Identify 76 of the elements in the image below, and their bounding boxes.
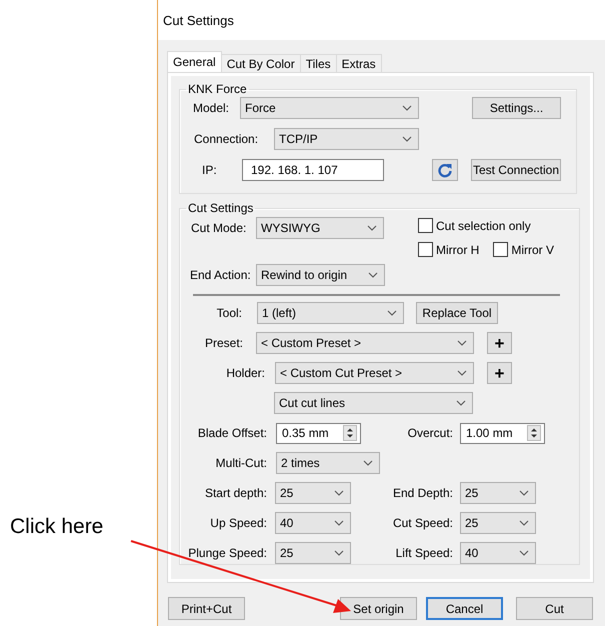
annotation-text: Click here <box>10 515 104 539</box>
dropdown[interactable]: 1 (left) <box>257 302 404 324</box>
checkbox[interactable] <box>418 218 433 233</box>
refresh-icon <box>437 162 453 178</box>
window-title: Cut Settings <box>163 12 234 28</box>
add-button[interactable]: + <box>487 362 512 384</box>
chevron-down-icon <box>402 105 412 111</box>
dialog-button[interactable]: Cut <box>516 597 593 620</box>
chevron-down-icon <box>363 460 373 466</box>
field-label: Multi-Cut: <box>214 456 267 470</box>
dropdown[interactable]: Rewind to origin <box>256 264 385 286</box>
field-label: Cut Speed: <box>392 516 453 530</box>
dropdown[interactable]: TCP/IP <box>274 128 419 150</box>
spin-arrows-icon[interactable] <box>343 425 357 441</box>
dialog-button[interactable]: Print+Cut <box>168 597 245 620</box>
chevron-down-icon <box>519 550 529 556</box>
chevron-down-icon <box>387 310 397 316</box>
checkbox-label: Cut selection only <box>436 218 531 232</box>
tab[interactable]: General <box>167 51 222 72</box>
tab[interactable]: Cut By Color <box>220 54 301 72</box>
checkbox-label: Mirror V <box>511 242 554 256</box>
dialog-button[interactable]: Cancel <box>426 597 503 620</box>
spin-field[interactable]: 0.35 mm <box>276 422 361 444</box>
tab[interactable]: Extras <box>336 54 382 72</box>
field-label: End Action: <box>190 268 252 282</box>
field-label: Blade Offset: <box>196 426 267 440</box>
dropdown[interactable]: < Custom Cut Preset > <box>275 362 474 384</box>
chevron-down-icon <box>519 520 529 526</box>
dialog-button[interactable]: Set origin <box>340 597 417 620</box>
field-label: Cut Mode: <box>191 221 248 235</box>
dropdown[interactable]: 25 <box>275 482 351 504</box>
group-label: KNK Force <box>187 82 248 96</box>
group-label: Cut Settings <box>187 201 254 215</box>
dropdown[interactable]: < Custom Preset > <box>256 332 474 354</box>
field-label: Up Speed: <box>209 516 267 530</box>
ip-field[interactable]: 192. 168. 1. 107 <box>242 159 384 181</box>
field-label: Plunge Speed: <box>187 546 267 560</box>
chevron-down-icon <box>367 225 377 231</box>
spin-arrows-icon[interactable] <box>527 425 541 441</box>
field-label: Overcut: <box>406 426 453 440</box>
dropdown[interactable]: Force <box>240 97 419 119</box>
test-connection-button[interactable]: Test Connection <box>471 159 561 181</box>
dropdown[interactable]: 40 <box>275 512 351 534</box>
field-label: Model: <box>193 101 230 115</box>
chevron-down-icon <box>457 370 467 376</box>
dropdown[interactable]: Cut cut lines <box>274 392 473 414</box>
chevron-down-icon <box>456 400 466 406</box>
field-label: Connection: <box>194 132 260 146</box>
chevron-down-icon <box>519 490 529 496</box>
checkbox[interactable] <box>418 242 433 257</box>
field-label: Holder: <box>225 366 265 380</box>
field-label: IP: <box>202 163 218 177</box>
settings-button[interactable]: Settings... <box>472 97 561 119</box>
checkbox-label: Mirror H <box>436 242 480 256</box>
chevron-down-icon <box>368 272 378 278</box>
chevron-down-icon <box>334 490 344 496</box>
replace-tool-button[interactable]: Replace Tool <box>416 302 498 324</box>
field-label: Start depth: <box>204 486 267 500</box>
field-label: End Depth: <box>392 486 453 500</box>
field-label: Lift Speed: <box>394 546 453 560</box>
dropdown[interactable]: WYSIWYG <box>256 217 384 239</box>
refresh-button[interactable] <box>432 159 458 181</box>
dropdown[interactable]: 2 times <box>276 452 380 474</box>
chevron-down-icon <box>334 520 344 526</box>
dropdown[interactable]: 25 <box>460 482 536 504</box>
checkbox[interactable] <box>493 242 508 257</box>
chevron-down-icon <box>457 340 467 346</box>
add-button[interactable]: + <box>487 332 512 354</box>
dropdown[interactable]: 25 <box>460 512 536 534</box>
dropdown[interactable]: 25 <box>275 542 351 564</box>
spin-field[interactable]: 1.00 mm <box>460 422 545 444</box>
chevron-down-icon <box>334 550 344 556</box>
field-label: Preset: <box>204 336 243 350</box>
dropdown[interactable]: 40 <box>460 542 536 564</box>
chevron-down-icon <box>402 136 412 142</box>
field-label: Tool: <box>216 306 242 320</box>
